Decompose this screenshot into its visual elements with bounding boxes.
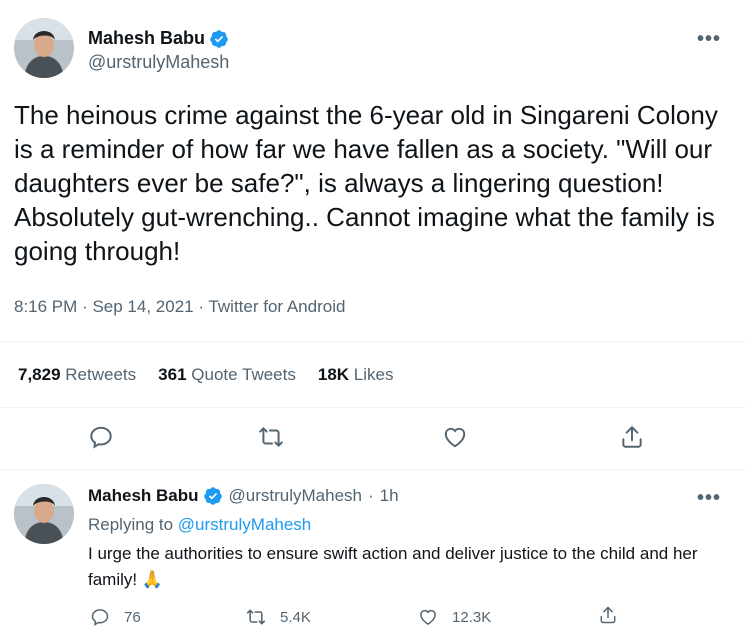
retweets-count: 7,829 <box>18 365 61 384</box>
author-name[interactable]: Mahesh Babu <box>88 28 205 49</box>
quotes-stat[interactable]: 361 Quote Tweets <box>158 365 296 385</box>
share-icon <box>600 606 616 624</box>
tweet-stats: 7,829 Retweets 361 Quote Tweets 18K Like… <box>18 365 415 385</box>
like-count: 12.3K <box>452 608 492 626</box>
share-action[interactable] <box>598 605 632 625</box>
divider <box>0 407 745 408</box>
reply-text: I urge the authorities to ensure swift a… <box>88 544 698 589</box>
reply-icon[interactable] <box>88 424 114 450</box>
author-name-row[interactable]: Mahesh Babu <box>88 28 229 49</box>
likes-label: Likes <box>353 365 394 384</box>
share-icon[interactable] <box>619 424 645 450</box>
avatar[interactable] <box>14 18 74 78</box>
like-icon[interactable] <box>442 424 468 450</box>
avatar[interactable] <box>14 484 74 544</box>
reply-author-name[interactable]: Mahesh Babu <box>88 486 199 506</box>
reply-time[interactable]: 1h <box>380 486 399 506</box>
likes-stat[interactable]: 18K Likes <box>318 365 394 385</box>
replying-to: Replying to @urstrulyMahesh <box>88 515 311 535</box>
quotes-count: 361 <box>158 365 187 384</box>
meta-separator: · <box>82 297 88 316</box>
replying-prefix: Replying to <box>88 515 174 534</box>
tweet-meta: 8:16 PM · Sep 14, 2021 · Twitter for And… <box>14 297 345 317</box>
tweet-source[interactable]: Twitter for Android <box>208 297 345 316</box>
reply-author-handle[interactable]: @urstrulyMahesh <box>229 486 362 506</box>
retweet-icon[interactable] <box>258 424 284 450</box>
avatar-image <box>14 484 74 544</box>
like-icon <box>420 610 436 625</box>
divider <box>0 341 745 342</box>
avatar-image <box>14 18 74 78</box>
reply-count: 76 <box>124 608 141 626</box>
verified-badge-icon <box>203 486 223 506</box>
tweet-date[interactable]: Sep 14, 2021 <box>92 297 193 316</box>
retweet-icon <box>246 609 266 625</box>
retweet-action[interactable]: 5.4K <box>246 607 311 627</box>
like-action[interactable]: 12.3K <box>418 607 491 627</box>
author-handle[interactable]: @urstrulyMahesh <box>88 52 229 73</box>
reply-icon <box>91 609 109 626</box>
tweet-time[interactable]: 8:16 PM <box>14 297 77 316</box>
likes-count: 18K <box>317 365 350 384</box>
more-options-icon[interactable]: ••• <box>697 29 721 49</box>
verified-badge-icon <box>209 29 229 49</box>
meta-separator: · <box>198 297 205 316</box>
retweets-label: Retweets <box>65 365 137 384</box>
more-options-icon[interactable]: ••• <box>697 488 721 508</box>
replying-to-link[interactable]: @urstrulyMahesh <box>178 515 311 534</box>
retweet-count: 5.4K <box>280 608 311 626</box>
main-tweet: Mahesh Babu @urstrulyMahesh ••• The hein… <box>0 0 745 470</box>
tweet-text: The heinous crime against the 6-year old… <box>14 100 718 266</box>
retweets-stat[interactable]: 7,829 Retweets <box>18 365 136 385</box>
reply-author-row: Mahesh Babu @urstrulyMahesh · 1h <box>88 486 399 506</box>
meta-separator: · <box>368 486 374 505</box>
reply-action[interactable]: 76 <box>90 607 141 627</box>
quotes-label: Quote Tweets <box>191 365 296 384</box>
